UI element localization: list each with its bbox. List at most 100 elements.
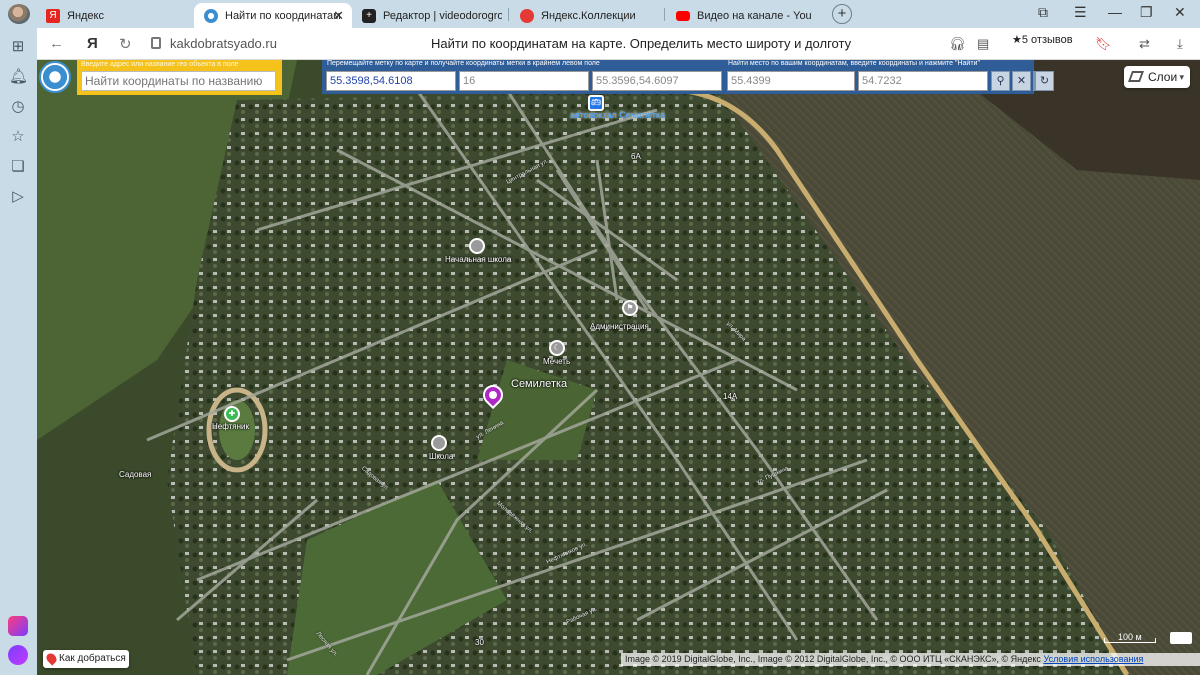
marker-caption: Перемещайте метку по карте и получайте к… xyxy=(327,60,600,67)
primary-school-label: Начальная школа xyxy=(445,255,512,264)
layers-icon xyxy=(1127,71,1145,82)
bell-icon[interactable]: 🔔︎ xyxy=(9,68,28,86)
close-icon: ✕ xyxy=(1016,75,1027,87)
profile-avatar[interactable] xyxy=(8,4,30,24)
menu-icon[interactable]: ☰ xyxy=(1074,4,1087,21)
layers-button[interactable]: Слои ▾ xyxy=(1124,66,1190,88)
zoom-field[interactable]: 16 xyxy=(459,71,589,91)
alice-icon[interactable] xyxy=(8,645,28,665)
url-text[interactable]: kakdobratsyado.ru xyxy=(170,36,277,51)
tab-strip: Я Яндекс Найти по координатам ✕ + Редакт… xyxy=(0,0,1200,28)
geo-search-panel: Введите адрес или название гео объекта в… xyxy=(77,60,282,95)
ruler-button[interactable] xyxy=(1170,632,1192,644)
reader-icon[interactable]: ▤ xyxy=(977,36,989,52)
address-bar: ← Я ↻ kakdobratsyado.ru Найти по координ… xyxy=(37,28,1200,60)
translate-icon[interactable]: ⇄ xyxy=(1139,36,1150,52)
bookmark-icon[interactable]: 🔖︎ xyxy=(1095,36,1112,52)
refresh-button[interactable]: ↻ xyxy=(1035,71,1054,91)
lock-icon xyxy=(151,37,161,49)
bus-station-icon[interactable]: 🚌︎ xyxy=(588,95,604,111)
tab-youtube[interactable]: Видео на канале - YouTube xyxy=(666,3,814,28)
route-button[interactable]: Как добраться xyxy=(43,650,129,668)
tab-title: Яндекс.Коллекции xyxy=(541,9,636,22)
reviews-badge[interactable]: ★5 отзывов xyxy=(1007,33,1078,51)
messenger-icon[interactable] xyxy=(8,616,28,636)
play-icon[interactable]: ▷ xyxy=(9,188,27,206)
youtube-icon xyxy=(676,10,690,21)
marker-move-icon xyxy=(489,391,497,399)
page-title: Найти по координатам на карте. Определит… xyxy=(431,36,852,51)
pin-icon xyxy=(44,651,59,666)
back-icon[interactable]: ← xyxy=(49,35,64,52)
tab-coordinates[interactable]: Найти по координатам ✕ xyxy=(194,3,352,28)
map-imagery xyxy=(37,60,1200,675)
tab-yandex[interactable]: Я Яндекс xyxy=(36,3,186,28)
reviews-text: 5 отзывов xyxy=(1021,34,1073,46)
village-label: Семилетка xyxy=(511,378,568,390)
tab-separator xyxy=(664,8,665,21)
map-copyright: Image © 2019 DigitalGlobe, Inc., Image ©… xyxy=(621,653,1200,666)
collections-icon xyxy=(520,8,534,23)
administration-label: Администрация xyxy=(590,322,649,331)
find-caption: Найти место по вашим координатам, введит… xyxy=(728,60,980,67)
house-number: 14А xyxy=(723,392,738,401)
history-icon[interactable]: ◷ xyxy=(9,98,27,116)
house-number: 6А xyxy=(631,152,641,161)
refresh-icon: ↻ xyxy=(1039,75,1050,87)
mosque-label: Мечеть xyxy=(543,357,571,366)
school-icon[interactable] xyxy=(431,435,447,451)
sadovaya-label: Садовая xyxy=(119,470,152,479)
copyright-text: Image © 2019 DigitalGlobe, Inc., Image ©… xyxy=(625,654,1041,664)
marker-coords-field[interactable]: 55.3598,54.6108 xyxy=(326,71,456,91)
mosque-icon[interactable]: ☾ xyxy=(549,340,565,356)
coordinates-panel: Перемещайте метку по карте и получайте к… xyxy=(322,60,1035,94)
geo-search-input[interactable] xyxy=(81,71,276,91)
headphones-icon[interactable]: 🎧︎ xyxy=(949,36,966,52)
house-number: 30 xyxy=(475,638,484,647)
satellite-map[interactable]: 🚌︎ автовокзал Семилетка Начальная школа … xyxy=(37,60,1200,675)
star-icon: ★ xyxy=(1012,34,1022,46)
tab-title: Яндекс xyxy=(67,9,104,22)
corner-coords-field[interactable]: 55.3596,54.6097 xyxy=(592,71,722,91)
star-icon[interactable]: ☆ xyxy=(9,128,27,146)
tab-title: Найти по координатам xyxy=(225,9,341,22)
apps-grid-icon[interactable]: ⊞ xyxy=(9,38,27,56)
tab-separator xyxy=(508,8,509,21)
search-icon: ⚲ xyxy=(996,75,1005,87)
chevron-down-icon: ▾ xyxy=(1179,72,1184,82)
maximize-icon[interactable]: ❐ xyxy=(1140,4,1153,21)
bus-station-label: автовокзал Семилетка xyxy=(570,110,666,120)
latitude-input[interactable]: 55.4399 xyxy=(727,71,855,91)
stadium-icon[interactable]: ✚ xyxy=(224,406,240,422)
tab-title: Видео на канале - YouTube xyxy=(697,9,812,22)
minimize-icon[interactable]: — xyxy=(1108,4,1122,20)
reload-icon[interactable]: ↻ xyxy=(119,35,132,53)
tab-editor[interactable]: + Редактор | videodorogrosc xyxy=(352,3,502,28)
yandex-home-icon[interactable]: Я xyxy=(87,35,98,52)
school-label: Школа xyxy=(429,452,454,461)
layers-label: Слои xyxy=(1148,70,1178,84)
collections-icon[interactable]: ❏ xyxy=(9,158,27,176)
clear-button[interactable]: ✕ xyxy=(1012,71,1031,91)
editor-icon: + xyxy=(362,8,376,23)
close-tab-icon[interactable]: ✕ xyxy=(333,8,344,24)
longitude-input[interactable]: 54.7232 xyxy=(858,71,988,91)
route-label: Как добраться xyxy=(59,653,126,664)
administration-icon[interactable]: ⚑ xyxy=(622,300,638,316)
scale-bar: 100 м xyxy=(1104,632,1158,644)
close-window-icon[interactable]: ✕ xyxy=(1174,4,1186,21)
search-hint: Введите адрес или название гео объекта в… xyxy=(81,61,239,68)
browser-sidebar: ⊞ 🔔︎ ◷ ☆ ❏ ▷ xyxy=(0,28,37,675)
scale-line xyxy=(1104,638,1156,643)
tab-collections[interactable]: Яндекс.Коллекции xyxy=(510,3,660,28)
tab-manager-icon[interactable]: ⧉ xyxy=(1038,4,1048,21)
download-icon[interactable]: ⤓ xyxy=(1177,36,1183,52)
site-logo[interactable] xyxy=(39,61,71,93)
neftyanik-label: Нефтяник xyxy=(212,422,250,431)
yandex-icon: Я xyxy=(46,8,60,23)
tab-title: Редактор | videodorogrosc xyxy=(383,9,502,22)
find-button[interactable]: ⚲ xyxy=(991,71,1010,91)
school-icon[interactable] xyxy=(469,238,485,254)
new-tab-button[interactable]: + xyxy=(832,4,852,24)
terms-link[interactable]: Условия использования xyxy=(1043,654,1143,664)
